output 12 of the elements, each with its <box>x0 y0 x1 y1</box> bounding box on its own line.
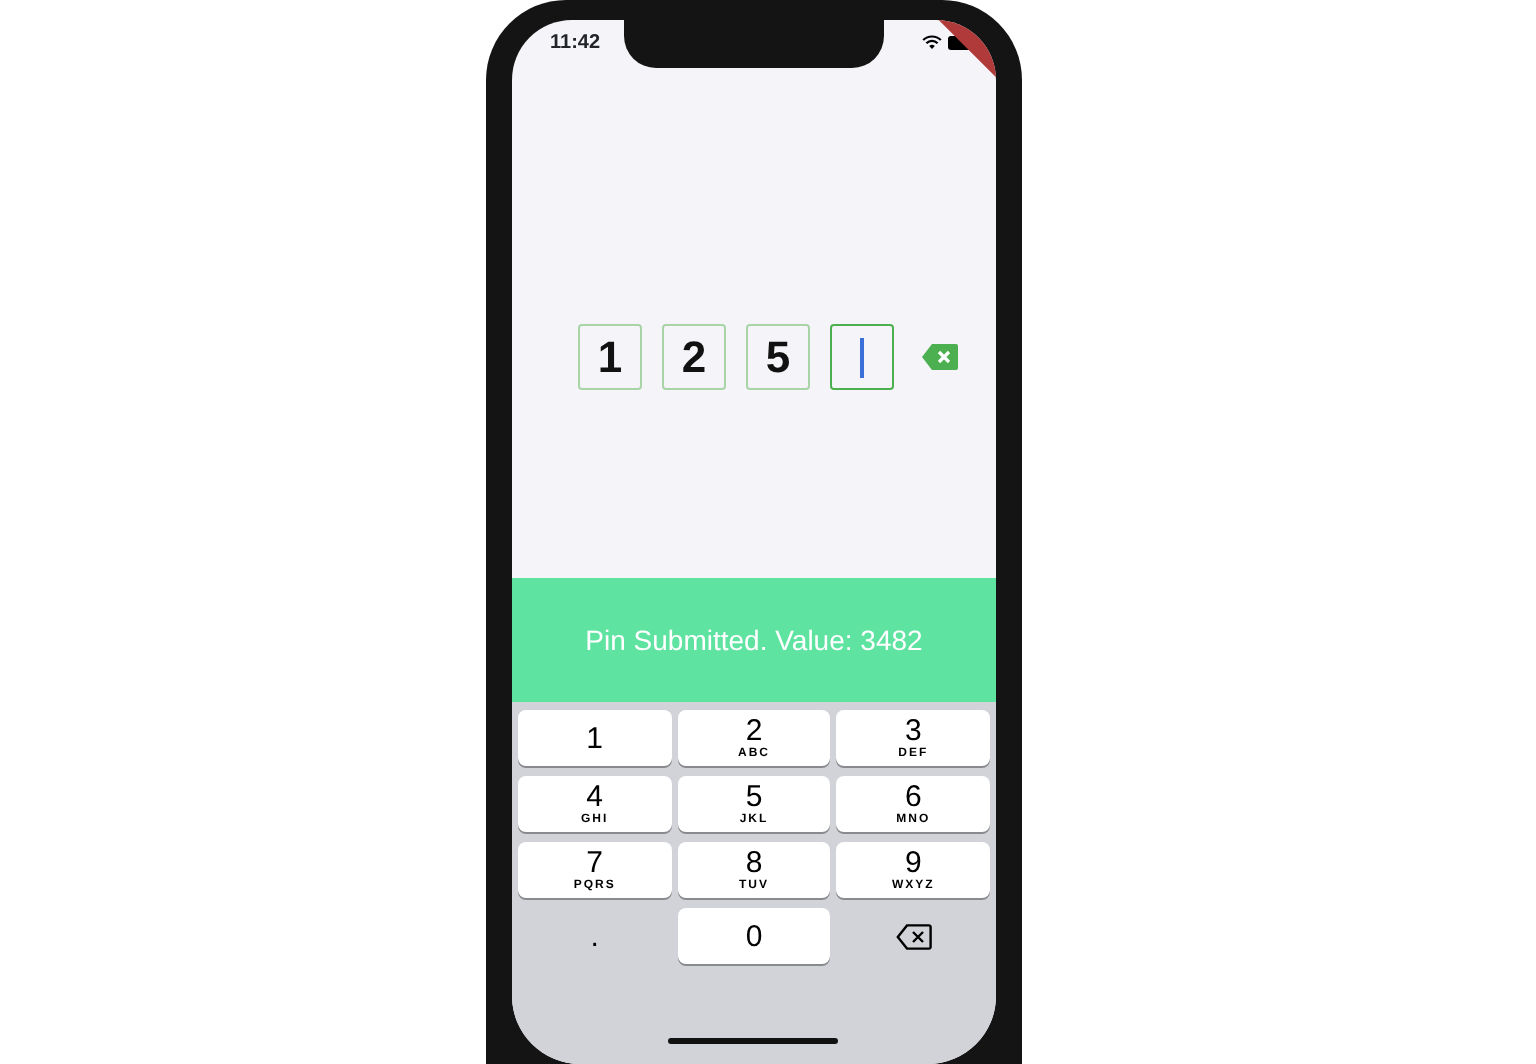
pin-field[interactable]: 2 <box>662 324 726 390</box>
wifi-icon <box>922 34 942 50</box>
pin-field[interactable] <box>830 324 894 390</box>
keypad-key[interactable]: 0 <box>677 908 831 964</box>
backspace-icon <box>895 923 932 949</box>
status-time: 11:42 <box>550 29 601 57</box>
backspace-icon[interactable] <box>922 344 958 370</box>
snackbar-message: Pin Submitted. Value: 3482 <box>512 578 996 702</box>
pin-field[interactable]: 1 <box>578 324 642 390</box>
decimal-key[interactable]: . <box>518 908 672 964</box>
pin-field[interactable]: 5 <box>746 324 810 390</box>
keypad-key[interactable]: 1 <box>518 710 672 766</box>
